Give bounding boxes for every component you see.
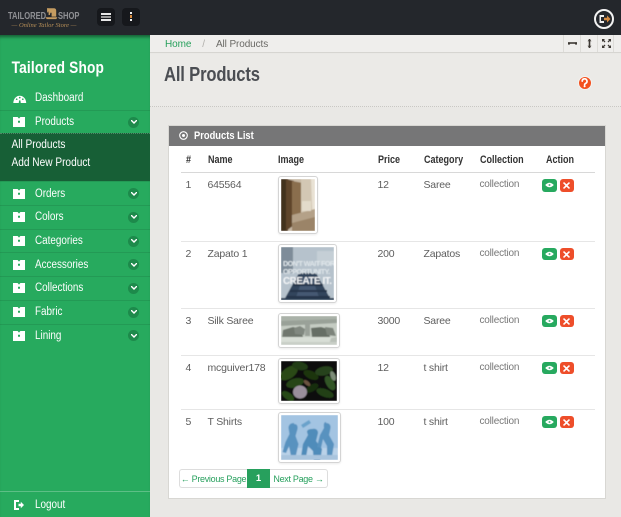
svg-text:OPPORTUNITY.: OPPORTUNITY. <box>283 267 330 276</box>
svg-text:CREATE IT.: CREATE IT. <box>283 276 332 287</box>
